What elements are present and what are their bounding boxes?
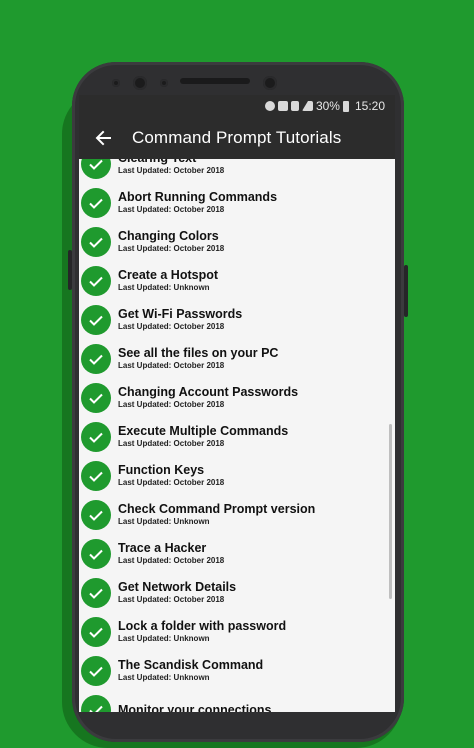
battery-percent: 30% [315, 99, 340, 113]
check-icon [89, 627, 103, 638]
list-item[interactable]: Lock a folder with password Last Updated… [79, 612, 395, 651]
completed-badge [81, 187, 111, 218]
signal-icon [301, 101, 313, 111]
volume-button [68, 250, 72, 290]
check-icon [89, 276, 103, 287]
completed-badge [81, 499, 111, 530]
last-updated: Last Updated: Unknown [118, 673, 210, 682]
check-icon [89, 588, 103, 599]
page-title: Command Prompt Tutorials [132, 128, 342, 147]
last-updated: Last Updated: Unknown [118, 283, 210, 292]
last-updated: Last Updated: Unknown [118, 634, 210, 643]
alarm-icon [264, 101, 275, 111]
tutorial-title: The Scandisk Command [118, 658, 264, 672]
power-button [404, 265, 408, 317]
notification-icon [277, 101, 288, 111]
back-button[interactable] [90, 125, 116, 151]
tutorial-title: Monitor your connections [118, 702, 272, 713]
last-updated: Last Updated: Unknown [118, 517, 210, 526]
list-item[interactable]: Create a Hotspot Last Updated: Unknown [79, 261, 395, 300]
tutorial-title: Function Keys [118, 463, 205, 477]
last-updated: Last Updated: October 2018 [118, 244, 225, 253]
list-item[interactable]: The Scandisk Command Last Updated: Unkno… [79, 651, 395, 690]
check-icon [89, 666, 103, 677]
check-icon [89, 705, 103, 712]
completed-badge [81, 460, 111, 491]
list-item[interactable]: Changing Account Passwords Last Updated:… [79, 378, 395, 417]
completed-badge [81, 226, 111, 257]
completed-badge [81, 694, 111, 712]
list-item[interactable]: See all the files on your PC Last Update… [79, 339, 395, 378]
check-icon [89, 393, 103, 404]
completed-badge [81, 304, 111, 335]
clock: 15:20 [354, 99, 385, 113]
app-bar: Command Prompt Tutorials [79, 117, 395, 159]
completed-badge [81, 577, 111, 608]
tutorial-title: Execute Multiple Commands [118, 424, 289, 438]
check-icon [89, 471, 103, 482]
tutorial-title: Lock a folder with password [118, 619, 287, 633]
completed-badge [81, 421, 111, 452]
status-bar: 30% 15:20 [79, 95, 395, 117]
screen: 30% 15:20 Command Prompt Tutorials Clear… [79, 95, 395, 712]
list-item[interactable]: Monitor your connections [79, 690, 395, 712]
check-icon [89, 315, 103, 326]
battery-icon [342, 100, 349, 112]
list-item[interactable]: Execute Multiple Commands Last Updated: … [79, 417, 395, 456]
iris-scanner [263, 76, 277, 90]
arrow-left-icon [95, 130, 111, 146]
completed-badge [81, 343, 111, 374]
check-icon [89, 549, 103, 560]
check-icon [89, 432, 103, 443]
completed-badge [81, 538, 111, 569]
tutorial-title: Get Network Details [118, 580, 237, 594]
sensor-dot [112, 79, 120, 87]
completed-badge [81, 382, 111, 413]
last-updated: Last Updated: October 2018 [118, 400, 225, 409]
tutorial-title: See all the files on your PC [118, 346, 279, 360]
tutorial-title: Changing Colors [118, 229, 219, 243]
check-icon [89, 159, 103, 170]
check-icon [89, 237, 103, 248]
check-icon [89, 198, 103, 209]
tutorial-title: Trace a Hacker [118, 541, 207, 555]
last-updated: Last Updated: October 2018 [118, 166, 225, 175]
last-updated: Last Updated: October 2018 [118, 478, 225, 487]
tutorial-title: Create a Hotspot [118, 268, 219, 282]
completed-badge [81, 265, 111, 296]
list-item[interactable]: Abort Running Commands Last Updated: Oct… [79, 183, 395, 222]
last-updated: Last Updated: October 2018 [118, 322, 225, 331]
list-item[interactable]: Check Command Prompt version Last Update… [79, 495, 395, 534]
tutorial-title: Check Command Prompt version [118, 502, 316, 516]
last-updated: Last Updated: October 2018 [118, 595, 225, 604]
sensor-dot [160, 79, 168, 87]
tutorial-title: Abort Running Commands [118, 190, 278, 204]
tutorial-title: Get Wi-Fi Passwords [118, 307, 243, 321]
list-item[interactable]: Changing Colors Last Updated: October 20… [79, 222, 395, 261]
list-item[interactable]: Trace a Hacker Last Updated: October 201… [79, 534, 395, 573]
scrollbar[interactable] [389, 424, 392, 599]
list-item[interactable]: Get Network Details Last Updated: Octobe… [79, 573, 395, 612]
list-item[interactable]: Get Wi-Fi Passwords Last Updated: Octobe… [79, 300, 395, 339]
tutorial-list[interactable]: Clearing Text Last Updated: October 2018… [79, 159, 395, 712]
last-updated: Last Updated: October 2018 [118, 361, 225, 370]
completed-badge [81, 616, 111, 647]
tutorial-title: Changing Account Passwords [118, 385, 299, 399]
check-icon [89, 354, 103, 365]
completed-badge [81, 159, 111, 179]
last-updated: Last Updated: October 2018 [118, 439, 225, 448]
check-icon [89, 510, 103, 521]
phone-speaker [180, 78, 250, 84]
completed-badge [81, 655, 111, 686]
last-updated: Last Updated: October 2018 [118, 556, 225, 565]
front-camera [133, 76, 147, 90]
last-updated: Last Updated: October 2018 [118, 205, 225, 214]
mute-icon [290, 101, 299, 111]
list-item[interactable]: Clearing Text Last Updated: October 2018 [79, 159, 395, 183]
list-item[interactable]: Function Keys Last Updated: October 2018 [79, 456, 395, 495]
